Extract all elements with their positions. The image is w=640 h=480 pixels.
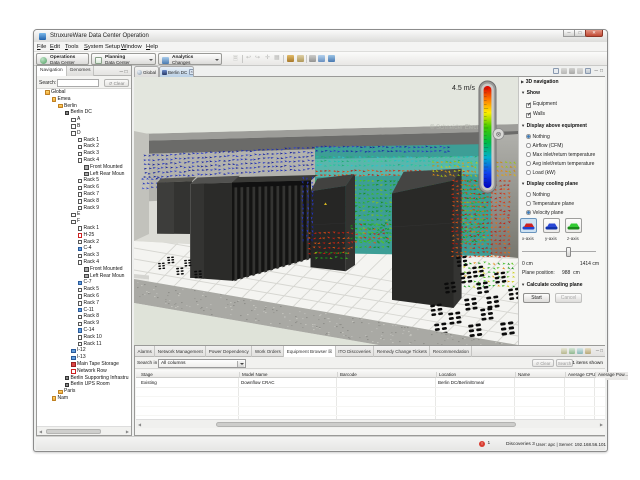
svg-text:4.5 m/s: 4.5 m/s xyxy=(452,85,475,92)
svg-text:⊗: ⊗ xyxy=(496,132,502,139)
svg-text:© Schneider Electric: © Schneider Electric xyxy=(430,124,484,131)
